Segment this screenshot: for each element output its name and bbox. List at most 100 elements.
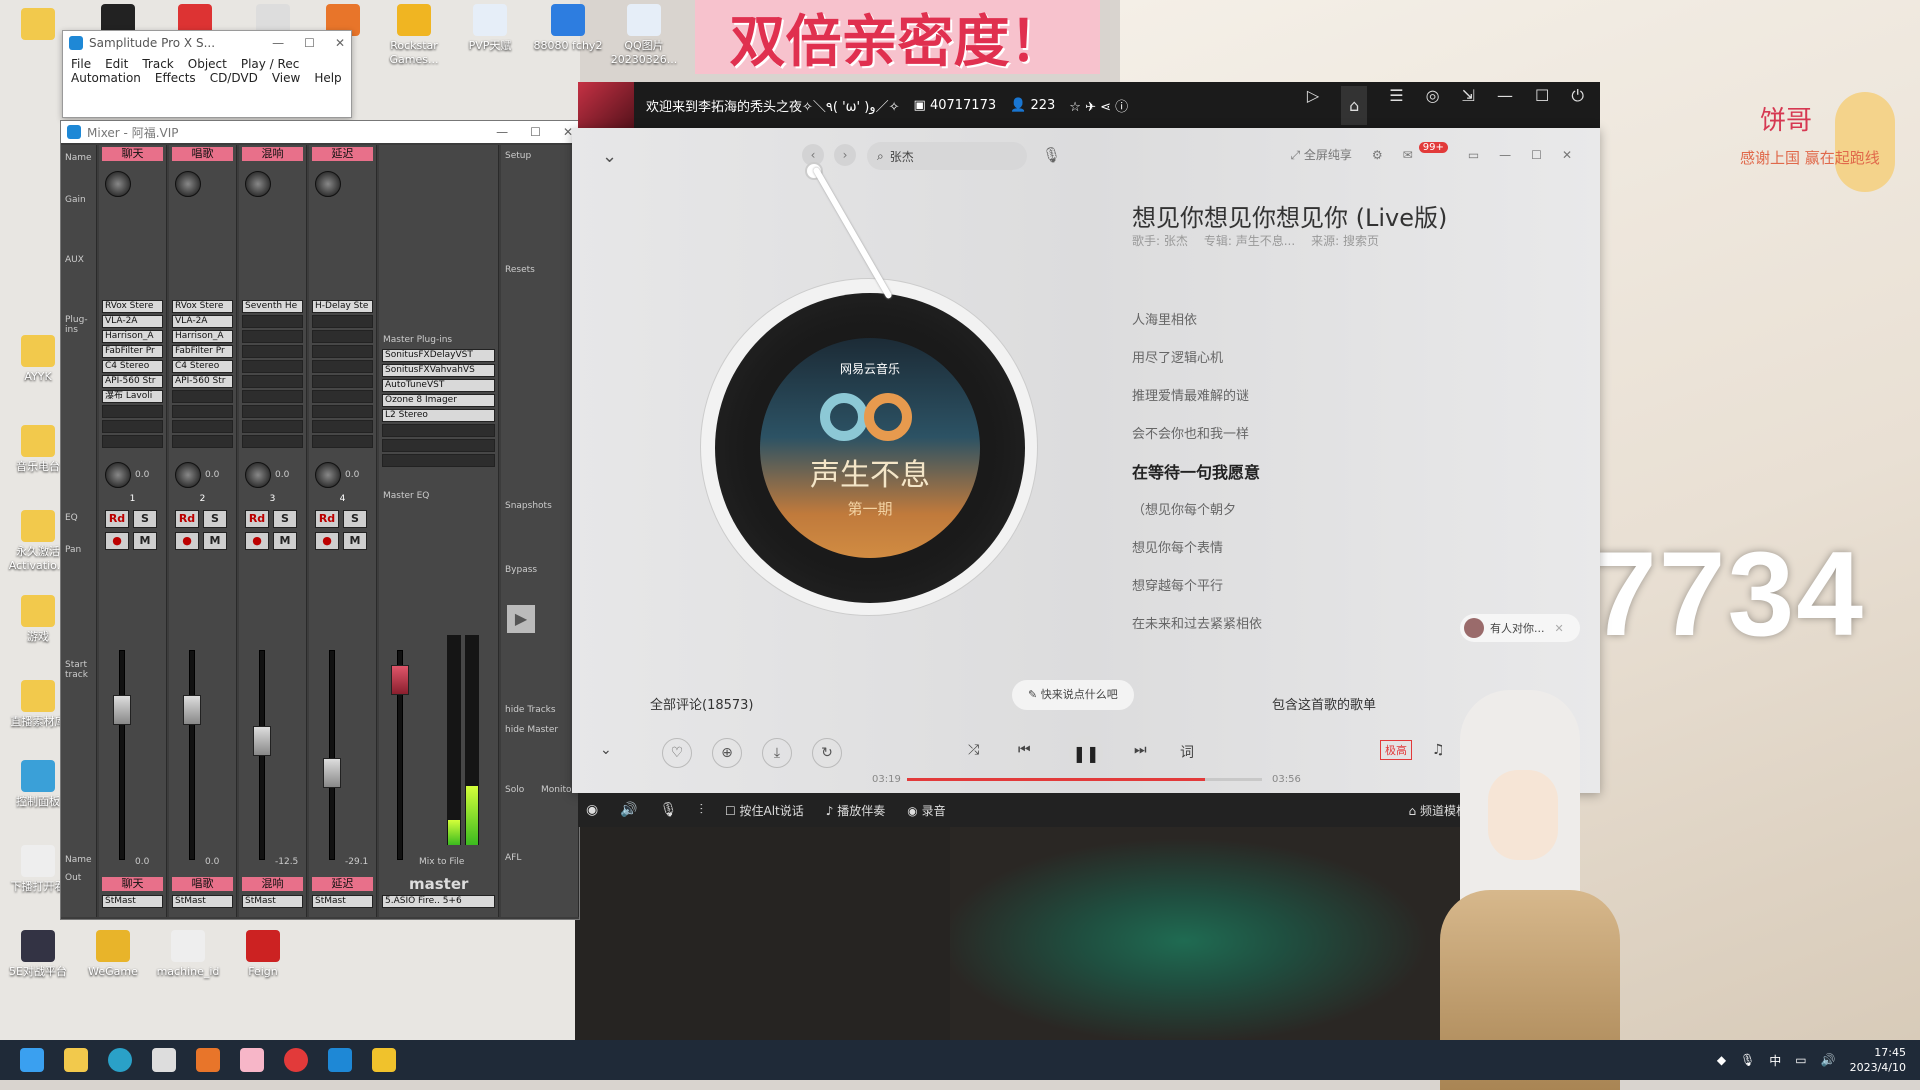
collapse-down-icon[interactable]: ⌄ xyxy=(600,742,612,758)
maximize-icon[interactable]: ☐ xyxy=(304,36,315,50)
lyric-line[interactable]: 会不会你也和我一样 xyxy=(1132,416,1262,454)
menu-item[interactable]: CD/DVD xyxy=(210,71,258,85)
record-arm-button[interactable]: Rd xyxy=(105,510,129,528)
collapse-icon[interactable]: ⇲ xyxy=(1462,86,1475,125)
knob[interactable] xyxy=(315,462,341,488)
record-icon[interactable]: ● xyxy=(245,532,269,550)
solo-button[interactable]: S xyxy=(343,510,367,528)
minimize-icon[interactable]: — xyxy=(496,125,508,139)
clock[interactable]: 17:45 2023/4/10 xyxy=(1850,1045,1906,1075)
plugin-slot[interactable] xyxy=(242,360,303,373)
notification-toast[interactable]: 有人对你... ✕ xyxy=(1460,614,1580,642)
output-select[interactable]: StMast xyxy=(172,895,233,908)
plugin-slot[interactable]: VLA-2A xyxy=(102,315,163,328)
plugin-slot[interactable] xyxy=(102,420,163,433)
minimize-icon[interactable]: — xyxy=(272,36,284,50)
minimize-icon[interactable]: — xyxy=(1497,86,1513,125)
pan-knob[interactable]: 0.0 xyxy=(245,462,306,488)
fader-track[interactable] xyxy=(329,650,335,860)
write-comment-button[interactable]: ✎ 快来说点什么吧 xyxy=(1012,680,1134,710)
plugin-slot[interactable]: Seventh He xyxy=(242,300,303,313)
plugin-slot[interactable] xyxy=(312,360,373,373)
plugin-slot[interactable]: SonitusFXDelayVST xyxy=(382,349,495,362)
previous-icon[interactable]: ⏮ xyxy=(1018,742,1031,758)
gain-knob[interactable] xyxy=(175,171,236,200)
master-output-select[interactable]: 5.ASIO Fire.. 5+6 xyxy=(382,895,495,908)
plugin-slot[interactable] xyxy=(382,424,495,437)
input-language[interactable]: 中 xyxy=(1769,1052,1781,1069)
shuffle-icon[interactable]: ⤮ xyxy=(968,742,979,758)
plugin-slot[interactable] xyxy=(172,435,233,448)
push-to-talk[interactable]: ☐ 按住Alt说话 xyxy=(725,802,804,819)
plugin-slot[interactable]: FabFilter Pr xyxy=(172,345,233,358)
desktop-icon[interactable]: Rockstar Games... xyxy=(376,4,452,67)
knob[interactable] xyxy=(315,171,341,197)
song-source[interactable]: 来源: 搜索页 xyxy=(1311,232,1379,249)
speaker-icon[interactable]: 🔊 xyxy=(620,802,637,818)
volume-icon[interactable]: 🔊 xyxy=(1821,1053,1836,1067)
record[interactable]: ◉ 录音 xyxy=(907,802,945,819)
plugin-slot[interactable]: C4 Stereo xyxy=(102,360,163,373)
network-icon[interactable]: ▭ xyxy=(1795,1053,1806,1067)
solo-button[interactable]: S xyxy=(273,510,297,528)
plugin-slot[interactable] xyxy=(242,315,303,328)
plugin-slot[interactable] xyxy=(242,390,303,403)
mixer-window[interactable]: Mixer - 阿福.VIP — ☐ ✕ Name Gain AUX Plug-ins… xyxy=(60,120,580,920)
close-icon[interactable]: ✕ xyxy=(335,36,345,50)
lyric-line[interactable]: 用尽了逻辑心机 xyxy=(1132,340,1262,378)
comments-tab[interactable]: 全部评论(18573) xyxy=(650,694,754,713)
close-icon[interactable]: ✕ xyxy=(1555,622,1564,635)
plugin-slot[interactable]: RVox Stere xyxy=(172,300,233,313)
play-icon[interactable]: ▶ xyxy=(507,605,535,633)
home-icon[interactable]: ⌂ xyxy=(1341,85,1368,125)
mute-button[interactable]: M xyxy=(273,532,297,550)
record-arm-button[interactable]: Rd xyxy=(315,510,339,528)
channel-name[interactable]: 聊天 xyxy=(102,147,163,161)
search-input[interactable]: ⌕ 张杰 xyxy=(867,142,1027,170)
side-label[interactable]: Snapshots xyxy=(505,501,552,511)
knob[interactable] xyxy=(175,462,201,488)
lyric-line[interactable]: 推理爱情最难解的谜 xyxy=(1132,378,1262,416)
plugin-slot[interactable]: Harrison_A xyxy=(172,330,233,343)
side-label[interactable]: AFL xyxy=(505,853,521,863)
menu-item[interactable]: Help xyxy=(314,71,341,85)
samplitude-window[interactable]: Samplitude Pro X S... — ☐ ✕ File Edit Trac… xyxy=(62,30,352,118)
plugin-slot[interactable]: Harrison_A xyxy=(102,330,163,343)
plugin-slot[interactable] xyxy=(312,345,373,358)
plugin-slot[interactable]: VLA-2A xyxy=(172,315,233,328)
file-explorer-icon[interactable] xyxy=(64,1048,88,1072)
lyric-line[interactable]: 想穿越每个平行 xyxy=(1132,568,1262,606)
mixer-titlebar[interactable]: Mixer - 阿福.VIP — ☐ ✕ xyxy=(61,121,579,143)
knob[interactable] xyxy=(105,171,131,197)
plugin-slot[interactable]: AutoTuneVST xyxy=(382,379,495,392)
gain-knob[interactable] xyxy=(105,171,166,200)
samplitude-titlebar[interactable]: Samplitude Pro X S... — ☐ ✕ xyxy=(63,31,351,55)
edge-icon[interactable] xyxy=(108,1048,132,1072)
record-icon[interactable]: ● xyxy=(175,532,199,550)
samplitude-icon[interactable] xyxy=(328,1048,352,1072)
channel-name[interactable]: 延迟 xyxy=(312,147,373,161)
app-icon[interactable] xyxy=(196,1048,220,1072)
output-select[interactable]: StMast xyxy=(102,895,163,908)
menu-item[interactable]: File xyxy=(71,57,91,71)
plugin-slot[interactable] xyxy=(172,390,233,403)
microphone-icon[interactable]: 🎙 xyxy=(660,802,678,818)
plugin-slot[interactable] xyxy=(382,454,495,467)
mixer-icon[interactable]: ⫶ xyxy=(699,802,703,818)
plugin-slot[interactable]: H-Delay Ste xyxy=(312,300,373,313)
plugin-slot[interactable]: FabFilter Pr xyxy=(102,345,163,358)
knob[interactable] xyxy=(245,462,271,488)
mix-to-file[interactable]: Mix to File xyxy=(419,857,464,867)
close-icon[interactable]: ✕ xyxy=(1562,148,1572,162)
record-icon[interactable]: ● xyxy=(105,532,129,550)
menu-item[interactable]: View xyxy=(272,71,300,85)
like-icon[interactable]: ♡ xyxy=(662,738,692,768)
plugin-slot[interactable] xyxy=(312,405,373,418)
gain-knob[interactable] xyxy=(245,171,306,200)
menu-item[interactable]: Play / Rec xyxy=(241,57,299,71)
avatar-icon[interactable]: ◉ xyxy=(586,802,598,818)
plugin-slot[interactable]: RVox Stere xyxy=(102,300,163,313)
streamer-avatar[interactable] xyxy=(578,82,634,128)
side-label[interactable]: hide Tracks xyxy=(505,705,556,715)
mute-button[interactable]: M xyxy=(133,532,157,550)
